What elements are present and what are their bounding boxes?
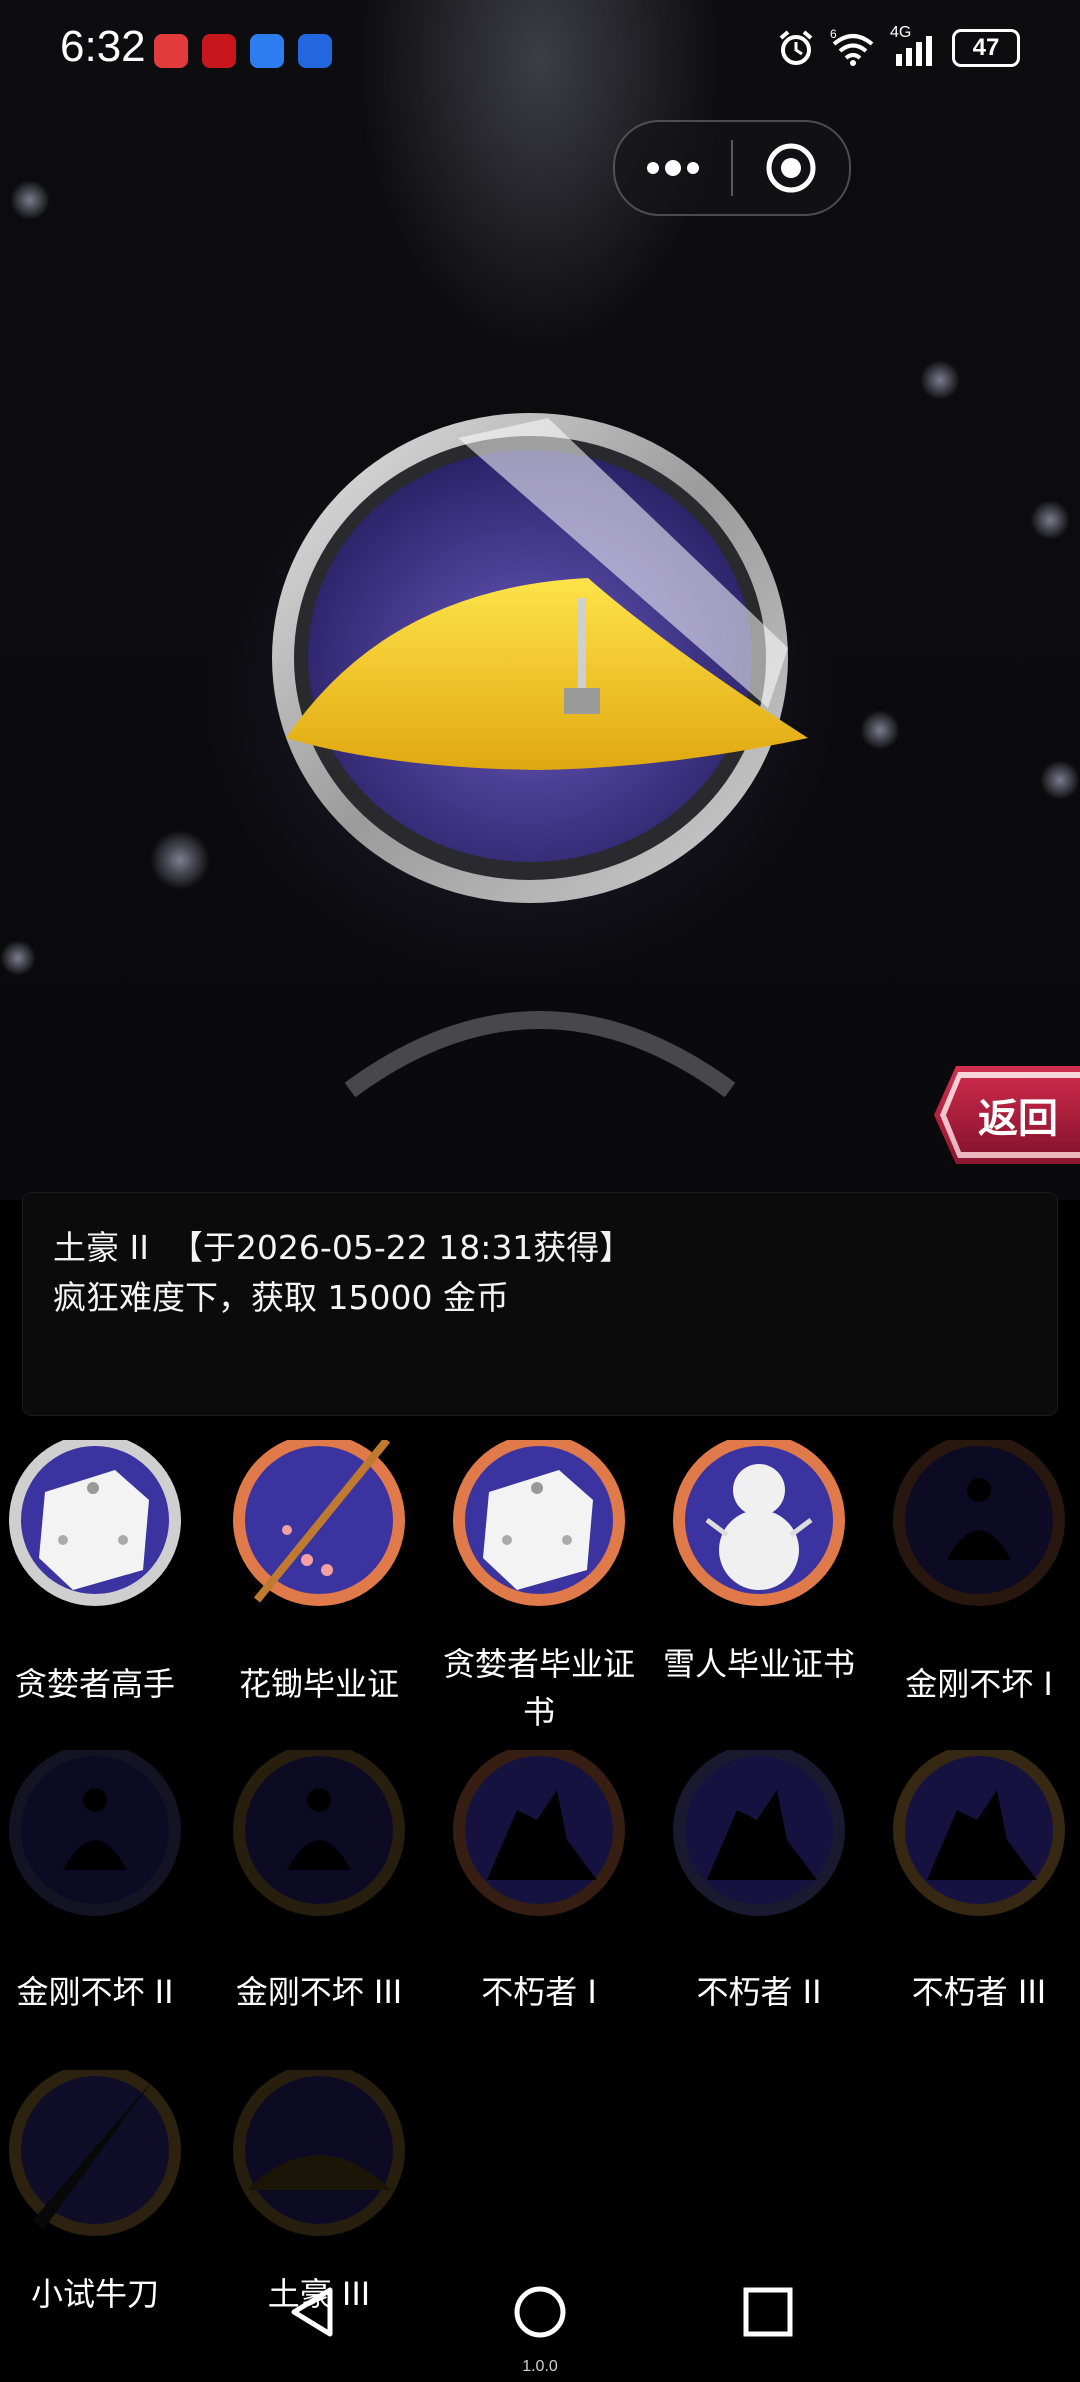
bulb-app-icon: [298, 34, 332, 68]
warrior-icon: [673, 1750, 845, 1916]
sparkle: [150, 830, 210, 890]
sparkle: [0, 940, 36, 976]
achievement-label: 贪婪者高手: [14, 1665, 175, 1703]
return-button-label: 返回: [978, 1096, 1058, 1142]
achievement-label: 雪人毕业证书: [662, 1645, 855, 1683]
target-close-icon: [766, 143, 816, 193]
battery-level: 47: [972, 34, 1000, 61]
meditation-icon: [9, 1750, 181, 1916]
sparkle: [920, 360, 960, 400]
wifi-icon: 6: [830, 28, 874, 66]
more-button[interactable]: [615, 122, 731, 214]
snowman-icon: [673, 1440, 845, 1606]
achievement-item[interactable]: 贪婪者高手: [0, 1440, 200, 1740]
achievement-label: 金刚不坏 II: [16, 1973, 174, 2011]
achievement-item[interactable]: 小试牛刀: [0, 2070, 200, 2313]
bank-app-icon: [202, 34, 236, 68]
achievement-item[interactable]: 贪婪者毕业证书: [434, 1440, 644, 1740]
status-time: 6:32: [60, 22, 146, 71]
hoe-icon: [233, 1440, 405, 1606]
achievement-label: 金刚不坏 III: [235, 1973, 403, 2011]
sparkle: [10, 180, 50, 220]
network-type: 4G: [890, 24, 912, 41]
achievement-label: 不朽者 III: [911, 1973, 1047, 2011]
cell-signal-icon: 4G: [890, 24, 938, 68]
achievement-condition-line: 疯狂难度下，获取 15000 金币: [53, 1278, 509, 1317]
meditation-icon: [233, 1750, 405, 1916]
achievement-item[interactable]: 不朽者 II: [654, 1750, 864, 2030]
version-label: 1.0.0: [522, 2358, 558, 2375]
notification-app-icon: [154, 34, 188, 68]
warrior-icon: [453, 1750, 625, 1916]
close-miniprogram-button[interactable]: [733, 122, 849, 214]
sparkle: [860, 710, 900, 750]
warrior-icon: [893, 1750, 1065, 1916]
gold-pile-medal-icon: [272, 413, 808, 903]
gold-pile-icon: [233, 2070, 405, 2236]
home-nav-icon[interactable]: [510, 2282, 570, 2342]
achievement-title-line: 土豪 II 【于2026-05-22 18:31获得】: [53, 1228, 633, 1267]
achievement-item[interactable]: 不朽者 III: [874, 1750, 1080, 2030]
back-nav-icon[interactable]: [282, 2282, 342, 2342]
achievement-item[interactable]: 金刚不坏 II: [0, 1750, 200, 2030]
miniprogram-capsule: [613, 120, 851, 216]
achievement-label: 不朽者 I: [481, 1973, 597, 2011]
achievement-label: 贪婪者毕业证书: [442, 1645, 635, 1731]
achievement-label: 不朽者 II: [696, 1973, 822, 2011]
return-button[interactable]: 返回: [934, 1066, 1080, 1164]
alarm-icon: [779, 30, 813, 65]
status-bar: 6:32 6 4G 47: [0, 0, 1080, 104]
dice-icon: [453, 1440, 625, 1606]
recents-nav-icon[interactable]: [738, 2282, 798, 2342]
sparkle: [1040, 760, 1080, 800]
achievement-item[interactable]: 雪人毕业证书: [654, 1440, 864, 1740]
battery-indicator: 47: [952, 29, 1020, 67]
weather-app-icon: [250, 34, 284, 68]
achievement-item[interactable]: 金刚不坏 III: [214, 1750, 424, 2030]
sparkle: [1030, 500, 1070, 540]
dice-icon: [9, 1440, 181, 1606]
achievement-item[interactable]: 土豪 III: [214, 2070, 424, 2313]
more-dots-icon: [647, 160, 699, 176]
achievement-item[interactable]: 花锄毕业证: [214, 1440, 424, 1740]
achievement-label: 花锄毕业证: [238, 1665, 399, 1703]
knife-icon: [9, 2070, 181, 2236]
achievement-label: 金刚不坏 I: [905, 1665, 1053, 1703]
achievement-description: 土豪 II 【于2026-05-22 18:31获得】 疯狂难度下，获取 150…: [22, 1192, 1058, 1416]
achievement-item[interactable]: 金刚不坏 I: [874, 1440, 1080, 1740]
meditation-icon: [893, 1440, 1065, 1606]
achievement-item[interactable]: 不朽者 I: [434, 1750, 644, 2030]
svg-text:6: 6: [830, 28, 837, 41]
medal-reflection: [344, 1011, 736, 1098]
